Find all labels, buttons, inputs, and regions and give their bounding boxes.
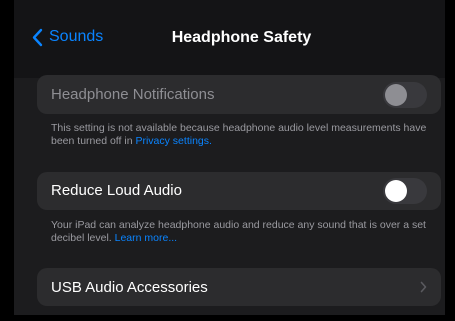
screen-edge-bottom (0, 315, 455, 321)
headphone-notifications-toggle[interactable] (383, 82, 427, 108)
navigation-bar: Sounds Headphone Safety (14, 0, 445, 78)
toggle-knob (385, 180, 407, 202)
learn-more-link[interactable]: Learn more... (115, 232, 177, 244)
reduce-loud-audio-row[interactable]: Reduce Loud Audio (37, 172, 441, 210)
toggle-knob (385, 84, 407, 106)
page-title: Headphone Safety (171, 29, 312, 46)
usb-audio-accessories-label: USB Audio Accessories (51, 279, 208, 296)
reduce-loud-audio-footnote: Your iPad can analyze headphone audio an… (51, 219, 436, 245)
settings-screen: Sounds Headphone Safety Headphone Notifi… (0, 0, 455, 321)
headphone-notifications-footnote-text: This setting is not available because he… (51, 122, 427, 147)
headphone-notifications-label: Headphone Notifications (51, 86, 215, 103)
chevron-right-icon (420, 281, 427, 293)
screen-edge-right (445, 0, 455, 321)
headphone-notifications-footnote: This setting is not available because he… (51, 122, 436, 148)
reduce-loud-audio-label: Reduce Loud Audio (51, 182, 182, 199)
reduce-loud-audio-footnote-text: Your iPad can analyze headphone audio an… (51, 219, 426, 244)
screen-edge-left (0, 0, 14, 321)
privacy-settings-link[interactable]: Privacy settings. (135, 135, 211, 147)
usb-audio-accessories-row[interactable]: USB Audio Accessories (37, 268, 441, 306)
headphone-notifications-row[interactable]: Headphone Notifications (37, 75, 441, 114)
reduce-loud-audio-toggle[interactable] (383, 178, 427, 204)
